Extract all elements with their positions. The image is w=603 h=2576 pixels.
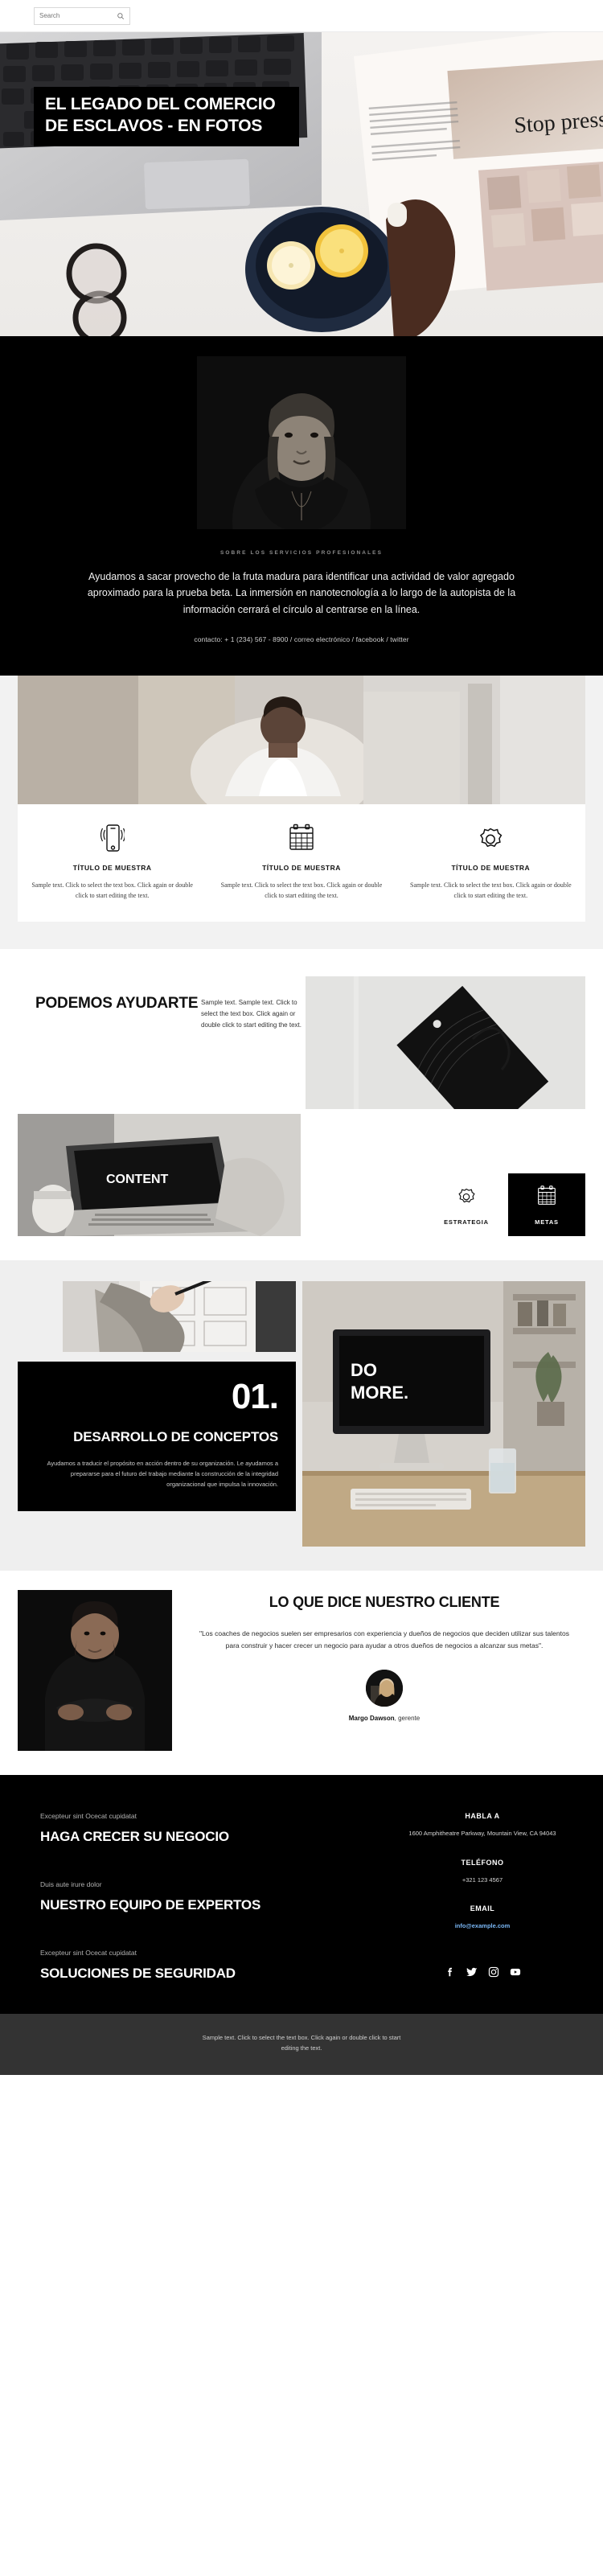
concepts-card: 01. DESARROLLO DE CONCEPTOS Ayudamos a t… [18,1362,296,1511]
footer-email-title: EMAIL [470,1904,495,1912]
footer-kicker: Duis aute irure dolor [40,1880,102,1889]
avatar [366,1669,403,1707]
tile-label: METAS [535,1218,559,1226]
about-section: SOBRE LOS SERVICIOS PROFESIONALES Ayudam… [0,336,603,676]
svg-text:CONTENT: CONTENT [106,1173,169,1186]
calendar-icon [536,1185,557,1211]
testimonial-author: Margo Dawson, gerente [183,1715,585,1722]
concepts-number: 01. [231,1377,279,1417]
testimonial-inner: LO QUE DICE NUESTRO CLIENTE "Los coaches… [18,1590,585,1752]
page-title: EL LEGADO DEL COMERCIO DE ESCLAVOS - EN … [45,95,276,135]
search-icon[interactable] [117,12,125,20]
hero-image: Stop press [0,32,603,336]
concepts-text: Ayudamos a traducir el propósito en acci… [47,1459,278,1488]
social-links [402,1966,563,1978]
about-contact-line[interactable]: contacto: + 1 (234) 567 - 8900 / correo … [0,635,603,643]
twitter-icon[interactable] [466,1966,478,1978]
footer-inner: Excepteur sint Ocecat cupidatat HAGA CRE… [40,1812,563,1982]
top-bar [0,0,603,32]
testimonial-author-name: Margo Dawson [348,1714,395,1722]
feature-title: TÍTULO DE MUESTRA [262,863,341,872]
facebook-icon[interactable] [445,1966,456,1978]
footer-kicker: Excepteur sint Ocecat cupidatat [40,1949,137,1958]
help-section: PODEMOS AYUDARTE Sample text. Sample tex… [0,949,603,1261]
testimonial-section: LO QUE DICE NUESTRO CLIENTE "Los coaches… [0,1571,603,1776]
footer-kicker: Excepteur sint Ocecat cupidatat [40,1812,137,1821]
footer-section: Excepteur sint Ocecat cupidatat HAGA CRE… [0,1775,603,2015]
footer-phone-title: TELÉFONO [461,1858,504,1867]
svg-text:MORE.: MORE. [351,1382,408,1403]
gear-icon [455,1185,478,1211]
footer-block: Excepteur sint Ocecat cupidatat HAGA CRE… [40,1812,378,1845]
hero-title-box: EL LEGADO DEL COMERCIO DE ESCLAVOS - EN … [34,87,299,146]
help-tiles: ESTRATEGIA METAS [301,1114,585,1237]
concepts-title: DESARROLLO DE CONCEPTOS [73,1429,278,1445]
tile-estrategia[interactable]: ESTRATEGIA [428,1173,505,1237]
help-bottom-row: CONTENT ESTRATEGIA METAS [18,1114,585,1237]
footer-email-link[interactable]: info@example.com [455,1922,511,1929]
bottom-bar: Sample text. Click to select the text bo… [0,2014,603,2075]
svg-text:DO: DO [351,1360,377,1380]
feature-text: Sample text. Click to select the text bo… [31,881,193,899]
footer-contact: HABLA A 1600 Amphitheatre Parkway, Mount… [402,1812,563,1982]
footer-headline[interactable]: NUESTRO EQUIPO DE EXPERTOS [40,1897,378,1913]
testimonial-quote: "Los coaches de negocios suelen ser empr… [199,1629,569,1650]
youtube-icon[interactable] [510,1966,521,1978]
concepts-photo [63,1281,296,1353]
tile-metas[interactable]: METAS [508,1173,585,1237]
help-text: Sample text. Sample text. Click to selec… [201,999,302,1029]
footer-headline[interactable]: HAGA CRECER SU NEGOCIO [40,1829,378,1845]
about-eyebrow: SOBRE LOS SERVICIOS PROFESIONALES [219,550,384,556]
help-top-row: PODEMOS AYUDARTE Sample text. Sample tex… [18,976,585,1110]
concepts-left: 01. DESARROLLO DE CONCEPTOS Ayudamos a t… [18,1281,296,1547]
footer-address: 1600 Amphitheatre Parkway, Mountain View… [408,1830,556,1838]
help-laptop-image: CONTENT [18,1114,301,1237]
instagram-icon[interactable] [488,1966,499,1978]
bottom-bar-text: Sample text. Click to select the text bo… [202,2034,401,2052]
testimonial-body: LO QUE DICE NUESTRO CLIENTE "Los coaches… [183,1590,585,1722]
help-right [306,976,585,1110]
footer-left: Excepteur sint Ocecat cupidatat HAGA CRE… [40,1812,402,1982]
feature-item: TÍTULO DE MUESTRA Sample text. Click to … [396,822,585,901]
footer-block: Duis aute irure dolor NUESTRO EQUIPO DE … [40,1880,378,1913]
hero-section: Stop press EL LEGADO DEL COMERCIO DE ESC… [0,32,603,336]
footer-email[interactable]: info@example.com [402,1921,563,1931]
help-text-block: Sample text. Sample text. Click to selec… [201,976,306,1030]
footer-phone[interactable]: +321 123 4567 [402,1876,563,1885]
about-portrait-image [197,356,406,529]
tile-label: ESTRATEGIA [444,1218,489,1226]
concepts-right-image: DO MORE. [302,1281,585,1547]
help-heading: PODEMOS AYUDARTE [35,995,199,1013]
testimonial-heading: LO QUE DICE NUESTRO CLIENTE [269,1594,500,1611]
features-columns: TÍTULO DE MUESTRA Sample text. Click to … [18,803,585,922]
testimonial-author-role: , gerente [394,1714,420,1722]
mobile-signal-icon [31,822,194,854]
feature-item: TÍTULO DE MUESTRA Sample text. Click to … [207,822,396,901]
page-root: Stop press [0,0,603,2075]
footer-block: Excepteur sint Ocecat cupidatat SOLUCION… [40,1949,378,1982]
feature-title: TÍTULO DE MUESTRA [451,863,531,872]
help-left: PODEMOS AYUDARTE [18,976,201,1013]
feature-text: Sample text. Click to select the text bo… [220,881,383,899]
gear-icon [409,822,572,854]
search-input[interactable] [39,12,110,19]
footer-address-title: HABLA A [465,1812,500,1821]
help-tag-image [306,976,585,1110]
calendar-icon [219,822,383,854]
concepts-section: 01. DESARROLLO DE CONCEPTOS Ayudamos a t… [0,1260,603,1571]
feature-title: TÍTULO DE MUESTRA [72,863,152,872]
features-section: TÍTULO DE MUESTRA Sample text. Click to … [0,675,603,950]
testimonial-photo [18,1590,172,1752]
concepts-inner: 01. DESARROLLO DE CONCEPTOS Ayudamos a t… [18,1281,585,1547]
features-image [18,675,585,804]
about-paragraph: Ayudamos a sacar provecho de la fruta ma… [87,571,516,615]
footer-headline[interactable]: SOLUCIONES DE SEGURIDAD [40,1966,378,1982]
feature-text: Sample text. Click to select the text bo… [410,881,572,899]
search-box[interactable] [34,6,130,25]
feature-item: TÍTULO DE MUESTRA Sample text. Click to … [18,822,207,901]
